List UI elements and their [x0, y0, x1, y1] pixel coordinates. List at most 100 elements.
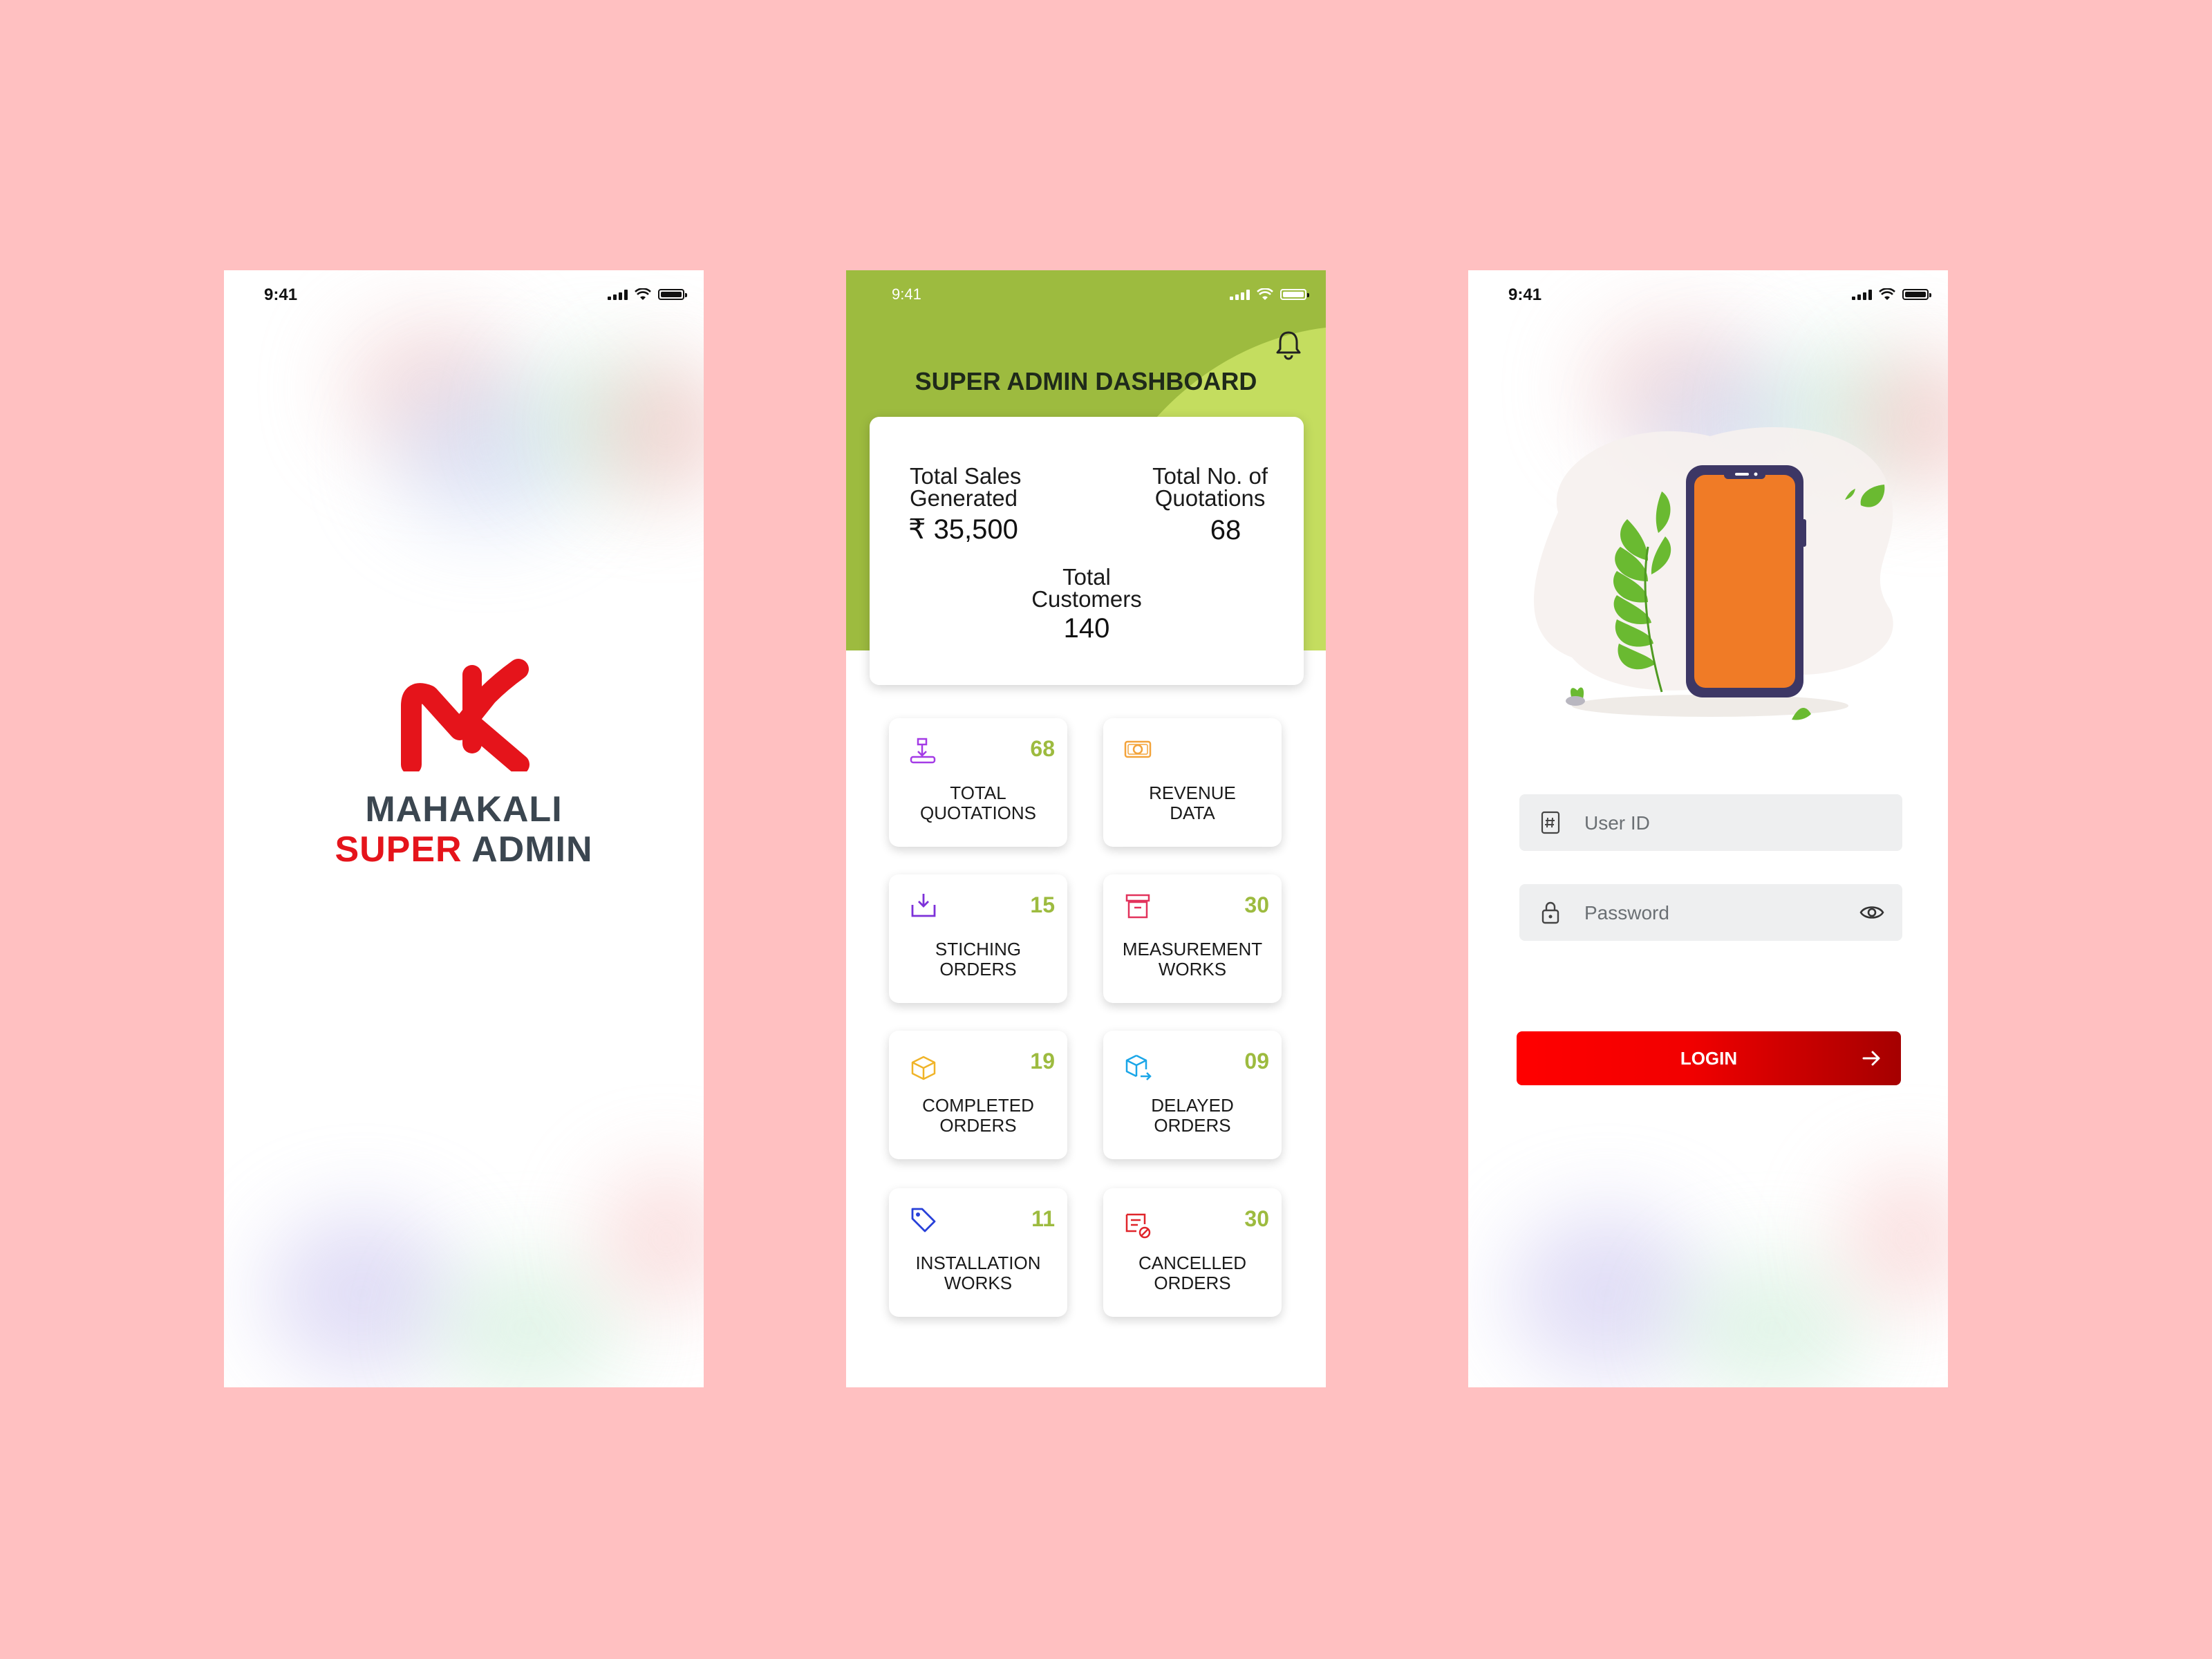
status-bar: 9:41	[846, 270, 1326, 319]
login-button-label: LOGIN	[1680, 1047, 1738, 1069]
eye-icon[interactable]	[1859, 902, 1884, 923]
signal-icon	[608, 289, 628, 300]
quotations-label-line2: Quotations	[1154, 485, 1266, 511]
total-sales-label: Total Sales Generated	[910, 465, 1021, 509]
customers-label-line2: Customers	[1031, 586, 1142, 612]
wifi-icon	[1257, 288, 1273, 300]
tile-label-line2: QUOTATIONS	[919, 803, 1037, 823]
tile-label: COMPLETED ORDERS	[896, 1096, 1060, 1136]
arrow-right-icon	[1862, 1051, 1880, 1066]
tile-label-line1: INSTALLATION	[915, 1253, 1041, 1273]
battery-icon	[1902, 289, 1931, 300]
tile-label-line1: STICHING	[935, 939, 1022, 959]
quotations-label-line1: Total No. of	[1152, 463, 1268, 489]
login-screen: 9:41 User ID LOGIN	[1468, 270, 1948, 1387]
brand-subtitle: SUPER ADMIN	[224, 829, 704, 870]
total-customers-label: Total Customers	[870, 564, 1304, 612]
archive-icon	[1125, 894, 1150, 919]
summary-card: Total Sales Generated ₹ 35,500 Total No.…	[870, 417, 1304, 685]
box-arrow-icon	[1125, 1054, 1152, 1080]
tile-label: CANCELLED ORDERS	[1110, 1253, 1275, 1293]
brand-name: MAHAKALI	[365, 789, 563, 830]
tile-stiching-orders[interactable]: 15 STICHING ORDERS	[889, 874, 1067, 1003]
background-blob	[265, 1210, 459, 1376]
customers-label-line1: Total	[1062, 564, 1111, 590]
quotation-icon	[910, 738, 936, 764]
tile-label-line2: WORKS	[1158, 959, 1227, 980]
tile-label: STICHING ORDERS	[896, 939, 1060, 980]
status-time: 9:41	[1508, 285, 1542, 304]
user-id-field[interactable]	[1519, 794, 1902, 852]
total-quotations-label: Total No. of Quotations	[1152, 465, 1268, 509]
password-input[interactable]	[1583, 884, 1848, 942]
tile-delayed-orders[interactable]: 09 DELAYED ORDERS	[1103, 1031, 1282, 1159]
battery-icon	[1280, 289, 1309, 300]
total-customers-value: 140	[1063, 613, 1110, 644]
wifi-icon	[1879, 288, 1895, 300]
total-sales-value: ₹ 35,500	[908, 514, 1018, 545]
brand-super: SUPER	[335, 830, 462, 870]
wifi-icon	[635, 288, 651, 300]
tile-count: 19	[1030, 1049, 1055, 1074]
user-id-input[interactable]	[1583, 794, 1848, 852]
background-blob	[597, 1169, 704, 1307]
total-quotations-value: 68	[1210, 515, 1241, 545]
status-time: 9:41	[264, 285, 298, 304]
tag-icon	[911, 1208, 936, 1232]
tile-installation-works[interactable]: 11 INSTALLATION WORKS	[889, 1188, 1067, 1317]
status-bar: 9:41	[224, 270, 704, 319]
battery-icon	[658, 289, 687, 300]
tile-label: DELAYED ORDERS	[1110, 1096, 1275, 1136]
status-icons	[608, 288, 687, 301]
tile-label: TOTAL QUOTATIONS	[896, 783, 1060, 823]
money-icon	[1124, 740, 1152, 758]
brand-admin: ADMIN	[471, 830, 593, 870]
tile-measurement-works[interactable]: 30 MEASUREMENT WORKS	[1103, 874, 1282, 1003]
tile-label: MEASUREMENT WORKS	[1110, 939, 1275, 980]
tile-label-line1: TOTAL	[950, 782, 1006, 803]
hash-icon	[1541, 811, 1560, 834]
password-field[interactable]	[1519, 884, 1902, 942]
status-icons	[1230, 288, 1309, 301]
tile-count: 15	[1030, 892, 1055, 917]
lock-icon	[1541, 901, 1559, 924]
tile-revenue-data[interactable]: REVENUE DATA	[1103, 718, 1282, 847]
splash-screen: 9:41 MAHAKALI SUPER ADMIN	[224, 270, 704, 1387]
cancel-doc-icon	[1125, 1213, 1151, 1239]
tile-label-line2: ORDERS	[939, 1115, 1017, 1136]
tile-count: 11	[1031, 1206, 1055, 1231]
tile-label-line1: COMPLETED	[922, 1095, 1034, 1116]
dashboard-screen: 9:41 SUPER ADMIN DASHBOARD Total Sales G…	[846, 270, 1326, 1387]
page-title: SUPER ADMIN DASHBOARD	[915, 367, 1257, 395]
status-time: 9:41	[892, 285, 921, 303]
background-blob	[1676, 1259, 1869, 1387]
package-icon	[911, 1056, 936, 1080]
sales-label-line1: Total Sales	[910, 463, 1022, 489]
background-blob	[1510, 1210, 1703, 1376]
background-blob	[1841, 1169, 1948, 1307]
tile-count: 09	[1244, 1049, 1269, 1074]
sales-label-line2: Generated	[910, 485, 1018, 511]
tile-completed-orders[interactable]: 19 COMPLETED ORDERS	[889, 1031, 1067, 1159]
tile-label-line2: ORDERS	[1154, 1115, 1231, 1136]
tile-label-line2: ORDERS	[939, 959, 1017, 980]
signal-icon	[1852, 289, 1872, 300]
tile-label-line1: REVENUE	[1149, 782, 1236, 803]
bell-icon[interactable]	[1275, 330, 1302, 360]
tile-label-line1: MEASUREMENT	[1122, 939, 1263, 959]
mk-logo	[401, 659, 529, 771]
tile-label-line1: DELAYED	[1151, 1095, 1234, 1116]
status-icons	[1852, 288, 1931, 301]
tile-cancelled-orders[interactable]: 30 CANCELLED ORDERS	[1103, 1188, 1282, 1317]
background-blob	[431, 1259, 625, 1387]
tile-count: 30	[1244, 1206, 1269, 1231]
tile-label-line2: WORKS	[944, 1273, 1013, 1293]
tile-label-line2: DATA	[1170, 803, 1215, 823]
tile-count: 68	[1030, 736, 1055, 761]
status-bar: 9:41	[1468, 270, 1948, 319]
signal-icon	[1230, 289, 1250, 300]
tile-label-line2: ORDERS	[1154, 1273, 1231, 1293]
login-button[interactable]: LOGIN	[1517, 1031, 1901, 1085]
tile-total-quotations[interactable]: 68 TOTAL QUOTATIONS	[889, 718, 1067, 847]
tile-label-line1: CANCELLED	[1138, 1253, 1247, 1273]
